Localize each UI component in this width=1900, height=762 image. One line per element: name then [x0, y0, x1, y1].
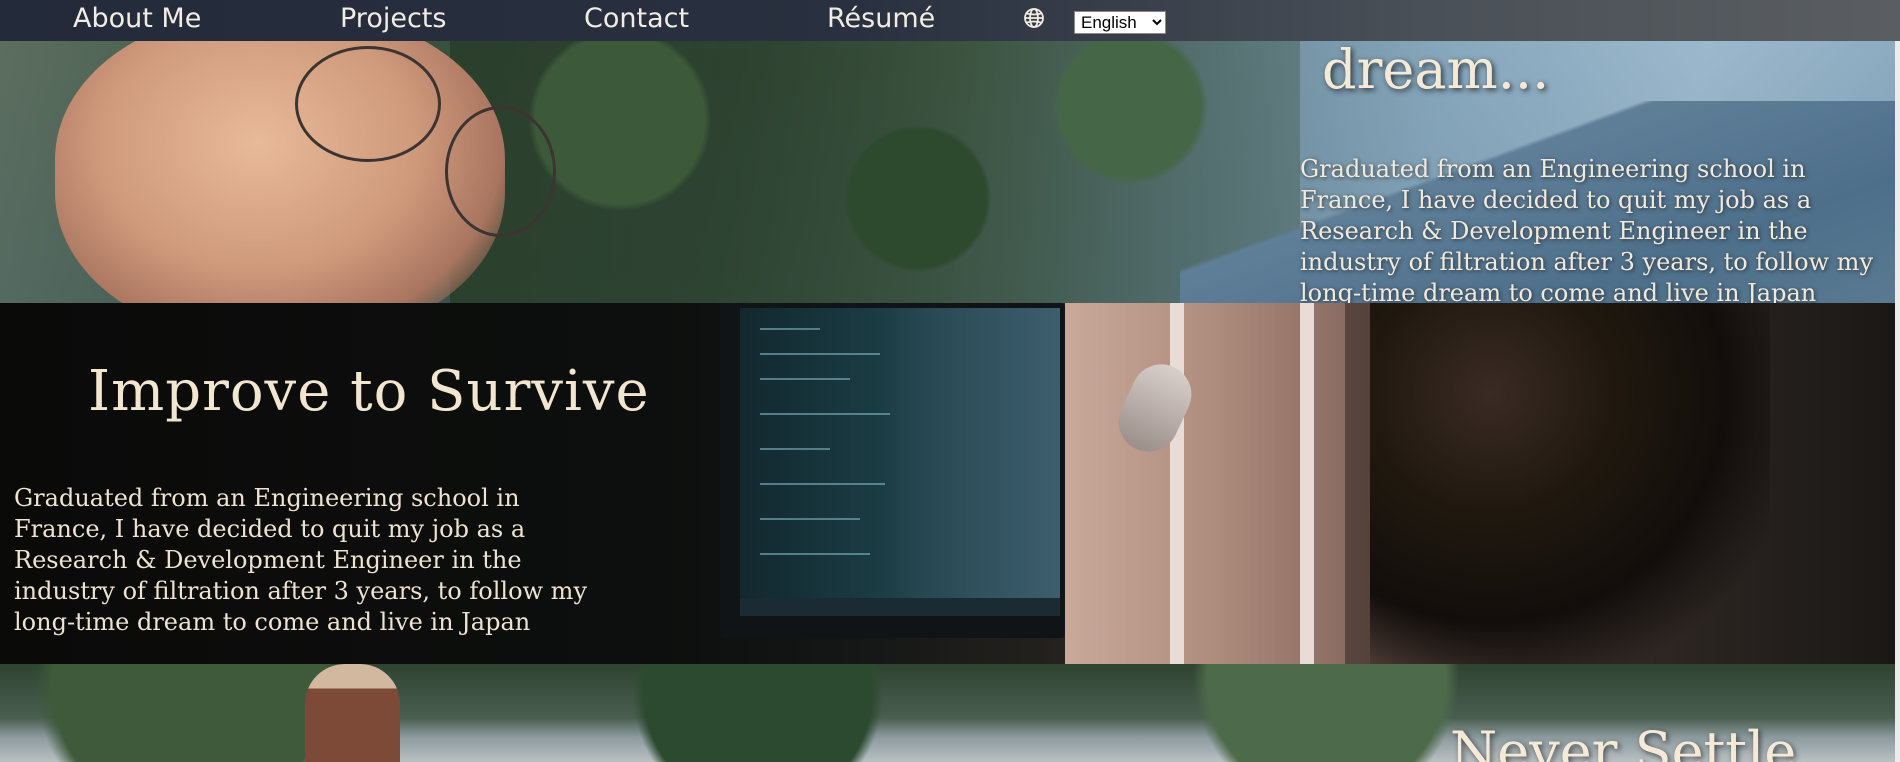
terminal-line: [760, 378, 850, 380]
nav-link-projects[interactable]: Projects: [340, 3, 446, 35]
globe-icon: [1022, 6, 1046, 30]
nav-link-resume[interactable]: Résumé: [827, 3, 935, 35]
terminal-line: [760, 413, 890, 415]
terminal-line: [760, 353, 880, 355]
person-silhouette: [1370, 303, 1770, 664]
monitor-taskbar: [740, 598, 1060, 616]
section-title-never-settle: Never Settle: [1450, 720, 1797, 762]
language-select[interactable]: English: [1074, 11, 1166, 34]
section-text-improve-to-survive: Graduated from an Engineering school in …: [14, 484, 587, 636]
page-scrollbar[interactable]: [1895, 41, 1900, 762]
section-title-improve-to-survive: Improve to Survive: [88, 359, 650, 424]
hero-section-dream: dream... Graduated from an Engineering s…: [0, 41, 1895, 303]
computer-monitor-image: [720, 303, 1065, 638]
top-navbar: About Me Projects Contact Résumé English: [0, 0, 1900, 41]
nav-link-about-me[interactable]: About Me: [73, 3, 201, 35]
section-never-settle: Never Settle: [0, 664, 1895, 762]
terminal-line: [760, 483, 885, 485]
hiker-photo: [305, 664, 400, 762]
shelf-post: [1300, 303, 1314, 664]
foliage-background: [450, 41, 1300, 303]
shelf-post: [1170, 303, 1184, 664]
section-improve-to-survive: Improve to Survive Graduated from an Eng…: [0, 303, 1895, 664]
terminal-line: [760, 328, 820, 330]
glasses-right-lens: [445, 106, 556, 237]
terminal-line: [760, 518, 860, 520]
glasses-left-lens: [295, 46, 441, 162]
terminal-line: [760, 448, 830, 450]
monitor-screen: [740, 308, 1060, 598]
section-title-dream: dream...: [1322, 41, 1550, 101]
section-text-dream: Graduated from an Engineering school in …: [1300, 155, 1873, 303]
terminal-line: [760, 553, 870, 555]
nav-link-contact[interactable]: Contact: [584, 3, 689, 35]
portrait-photo: [55, 41, 505, 303]
